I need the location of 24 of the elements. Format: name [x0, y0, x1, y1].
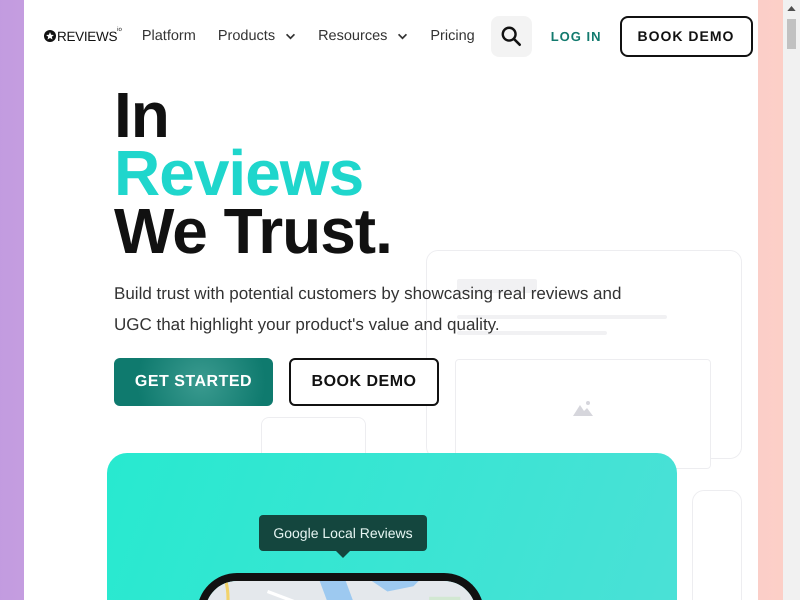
headline-line: In — [114, 86, 169, 144]
search-icon — [500, 25, 522, 47]
hero-description: Build trust with potential customers by showcasing real reviews and UGC that highlight your product's value and quality. — [114, 283, 622, 336]
book-demo-button[interactable]: BOOK DEMO — [620, 16, 752, 56]
tooltip: Google Local Reviews — [259, 515, 427, 551]
logo-text[interactable]: REVIEWS — [57, 28, 118, 44]
image-icon — [573, 400, 593, 416]
chevron-down-icon — [397, 32, 408, 40]
book-demo-button[interactable]: BOOK DEMO — [289, 358, 439, 406]
tooltip-pointer-icon — [336, 551, 350, 558]
nav-link[interactable]: Pricing — [430, 28, 475, 44]
nav-link[interactable]: Platform — [142, 28, 196, 44]
headline-line: We Trust. — [114, 202, 392, 260]
scrollbar-thumb[interactable] — [787, 19, 796, 49]
search-button[interactable] — [490, 16, 532, 56]
login-link[interactable]: LOG IN — [550, 28, 602, 44]
nav-link[interactable]: Products — [218, 28, 296, 44]
scrollbar[interactable] — [783, 0, 800, 600]
chevron-down-icon — [285, 32, 296, 40]
nav-link[interactable]: Resources — [318, 28, 408, 44]
scroll-up-icon — [787, 6, 796, 11]
get-started-button[interactable]: GET STARTED — [114, 358, 273, 406]
star-logo-icon — [44, 30, 56, 42]
headline-line: Reviews — [114, 144, 364, 202]
